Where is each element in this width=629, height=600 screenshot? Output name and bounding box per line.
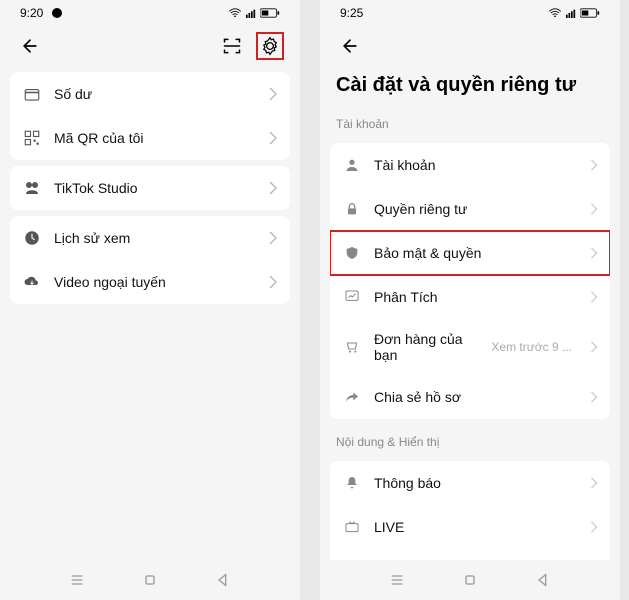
back-button[interactable] (336, 32, 364, 60)
time: 9:25 (340, 6, 363, 20)
nav-back[interactable] (533, 570, 553, 590)
chevron-right-icon (268, 87, 278, 101)
time: 9:20 (20, 6, 43, 20)
left-phone: 9:20 Số dư (0, 0, 300, 600)
item-orders[interactable]: Đơn hàng của bạn Xem trước 9 ... (330, 319, 610, 375)
item-label: Chia sẻ hồ sơ (374, 389, 578, 405)
menu-label: TikTok Studio (54, 180, 256, 196)
share-icon (342, 387, 362, 407)
menu-label: Số dư (54, 86, 256, 102)
menu-history[interactable]: Lịch sử xem (10, 216, 290, 260)
menu-label: Lịch sử xem (54, 230, 256, 246)
chevron-right-icon (590, 391, 598, 403)
settings-button[interactable] (256, 32, 284, 60)
chart-icon (342, 287, 362, 307)
header (320, 24, 620, 68)
status-bar: 9:25 (320, 0, 620, 24)
item-label: LIVE (374, 519, 578, 535)
tv-icon (342, 517, 362, 537)
header (0, 24, 300, 68)
item-analytics[interactable]: Phân Tích (330, 275, 610, 319)
menu-content: Số dư Mã QR của tôi TikTok Studio Lịch s… (0, 68, 300, 598)
chevron-right-icon (268, 131, 278, 145)
menu-studio[interactable]: TikTok Studio (10, 166, 290, 210)
item-extra: Xem trước 9 ... (491, 340, 572, 354)
page-title: Cài đặt và quyền riêng tư (320, 68, 620, 107)
chevron-right-icon (590, 341, 598, 353)
shield-icon (342, 243, 362, 263)
chevron-right-icon (590, 291, 598, 303)
section-account-label: Tài khoản (320, 107, 620, 137)
nav-recent[interactable] (67, 570, 87, 590)
cart-icon (342, 337, 362, 357)
item-label: Tài khoản (374, 157, 578, 173)
nav-home[interactable] (140, 570, 160, 590)
messenger-icon (51, 7, 63, 19)
chevron-right-icon (590, 159, 598, 171)
item-live[interactable]: LIVE (330, 505, 610, 549)
settings-content: Tài khoản Tài khoản Quyền riêng tư Bảo m… (320, 107, 620, 600)
qr-icon (22, 128, 42, 148)
item-account[interactable]: Tài khoản (330, 143, 610, 187)
wallet-icon (22, 84, 42, 104)
menu-label: Mã QR của tôi (54, 130, 256, 146)
menu-balance[interactable]: Số dư (10, 72, 290, 116)
item-security[interactable]: Bảo mật & quyền (330, 231, 610, 275)
account-list: Tài khoản Quyền riêng tư Bảo mật & quyền… (330, 143, 610, 419)
chevron-right-icon (590, 247, 598, 259)
item-label: Đơn hàng của bạn (374, 331, 479, 363)
menu-group-1: Số dư Mã QR của tôi (10, 72, 290, 160)
item-privacy[interactable]: Quyền riêng tư (330, 187, 610, 231)
menu-group-2: TikTok Studio (10, 166, 290, 210)
chevron-right-icon (590, 477, 598, 489)
back-button[interactable] (16, 32, 44, 60)
menu-offline[interactable]: Video ngoại tuyến (10, 260, 290, 304)
chevron-right-icon (268, 181, 278, 195)
chevron-right-icon (268, 231, 278, 245)
right-phone: 9:25 Cài đặt và quyền riêng tư Tài khoản… (320, 0, 620, 600)
bell-icon (342, 473, 362, 493)
menu-group-3: Lịch sử xem Video ngoại tuyến (10, 216, 290, 304)
nav-home[interactable] (460, 570, 480, 590)
item-label: Bảo mật & quyền (374, 245, 578, 261)
nav-bar (0, 560, 300, 600)
status-icons (548, 8, 600, 18)
scan-button[interactable] (218, 32, 246, 60)
nav-back[interactable] (213, 570, 233, 590)
item-share[interactable]: Chia sẻ hồ sơ (330, 375, 610, 419)
item-label: Thông báo (374, 475, 578, 491)
nav-recent[interactable] (387, 570, 407, 590)
chevron-right-icon (590, 521, 598, 533)
item-label: Quyền riêng tư (374, 201, 578, 217)
item-notifications[interactable]: Thông báo (330, 461, 610, 505)
section-content-label: Nội dung & Hiển thị (320, 425, 620, 455)
clock-icon (22, 228, 42, 248)
chevron-right-icon (268, 275, 278, 289)
item-label: Phân Tích (374, 289, 578, 305)
gear-icon (260, 36, 280, 56)
lock-icon (342, 199, 362, 219)
menu-qr[interactable]: Mã QR của tôi (10, 116, 290, 160)
cloud-icon (22, 272, 42, 292)
status-icons (228, 8, 280, 18)
chevron-right-icon (590, 203, 598, 215)
status-bar: 9:20 (0, 0, 300, 24)
menu-label: Video ngoại tuyến (54, 274, 256, 290)
nav-bar (320, 560, 620, 600)
user-icon (342, 155, 362, 175)
studio-icon (22, 178, 42, 198)
